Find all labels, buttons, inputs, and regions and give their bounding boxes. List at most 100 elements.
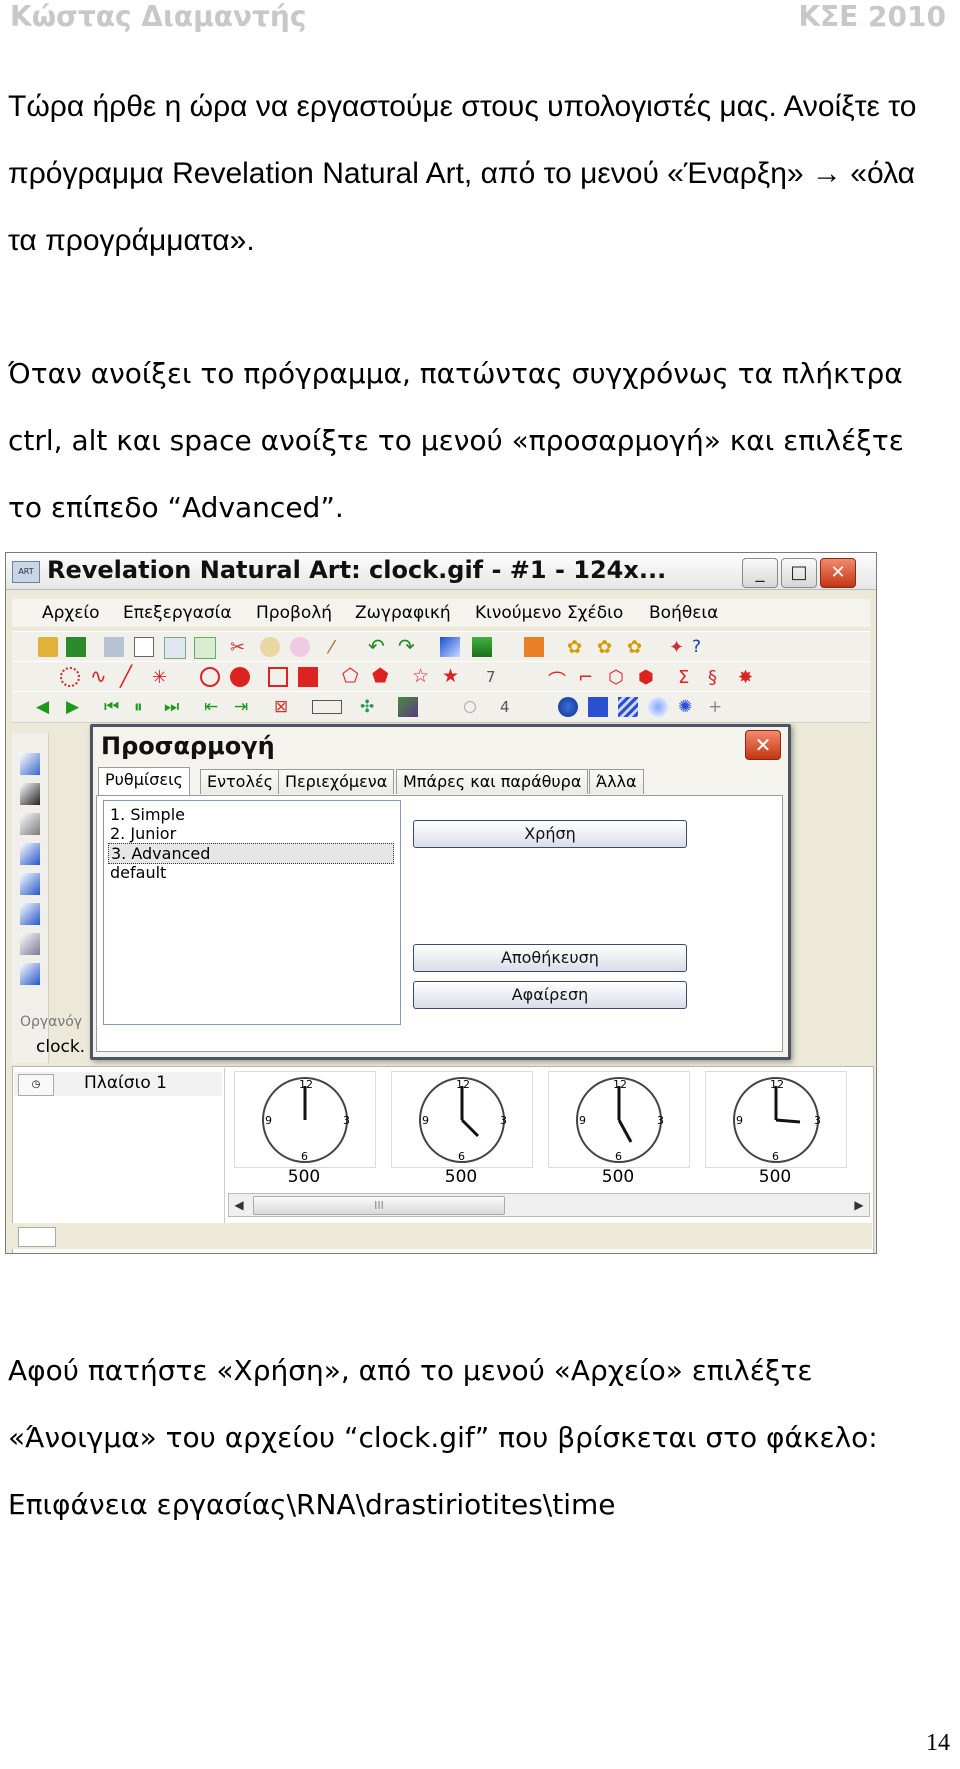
pause-icon[interactable]: ⏸: [134, 697, 154, 717]
tab-contents[interactable]: Περιεχόμενα: [278, 769, 395, 794]
polygon-filled-icon[interactable]: ⬢: [638, 667, 658, 688]
menu-view[interactable]: Προβολή: [256, 603, 332, 623]
frame-delay-4[interactable]: 500: [705, 1167, 845, 1187]
flower-icon-1[interactable]: ✿: [567, 637, 587, 658]
crop-icon[interactable]: [164, 637, 186, 659]
insert-frame-icon[interactable]: ⇤: [204, 697, 224, 717]
pen-icon[interactable]: [20, 783, 40, 805]
scroll-left-icon[interactable]: ◀: [229, 1195, 249, 1215]
brush-icon[interactable]: [20, 843, 40, 865]
brush-size-icon[interactable]: [464, 701, 476, 713]
frame-thumbnail-3[interactable]: 12 3 6 9: [548, 1071, 690, 1168]
cut-icon[interactable]: ✂: [230, 637, 250, 658]
menu-file[interactable]: Αρχείο: [42, 603, 100, 623]
pencil-icon[interactable]: [20, 753, 40, 775]
tab-other[interactable]: Άλλα: [589, 769, 644, 794]
frame-thumbnail-2[interactable]: 12 3 6 9: [391, 1071, 533, 1168]
close-button[interactable]: ✕: [820, 558, 856, 588]
print-icon[interactable]: [104, 637, 124, 657]
flower-icon-2[interactable]: ✿: [597, 637, 617, 658]
play-icon[interactable]: ▶: [66, 697, 86, 717]
effects-icon[interactable]: ✦: [669, 637, 689, 658]
chalk-icon[interactable]: [20, 903, 40, 925]
minimize-button[interactable]: _: [742, 558, 778, 588]
level-item-default[interactable]: default: [108, 863, 168, 882]
bricks-icon[interactable]: [524, 637, 544, 657]
spline-shape-icon[interactable]: §: [708, 667, 728, 688]
landscape-icon[interactable]: [472, 637, 492, 657]
organizer-tab[interactable]: clock.: [36, 1037, 85, 1057]
tab-commands[interactable]: Εντολές: [200, 769, 280, 794]
level-item-junior[interactable]: 2. Junior: [108, 824, 178, 843]
undo-icon[interactable]: ↶: [368, 636, 388, 657]
copy-icon[interactable]: [260, 637, 280, 657]
star-outline-icon[interactable]: ☆: [412, 667, 432, 687]
curve-icon[interactable]: ⌒: [548, 667, 568, 692]
next-frame-icon[interactable]: ⏭: [164, 697, 184, 717]
brush-soft-icon[interactable]: [648, 697, 668, 717]
frame-thumbnail-4[interactable]: 12 3 6 9: [705, 1071, 847, 1168]
level-item-simple[interactable]: 1. Simple: [108, 805, 187, 824]
circle-outline-icon[interactable]: [200, 667, 220, 687]
delete-frame-icon[interactable]: ⊠: [274, 697, 294, 717]
save-icon[interactable]: [66, 637, 86, 657]
level-item-advanced[interactable]: 3. Advanced: [108, 843, 394, 864]
previous-frame-icon[interactable]: ⏮: [104, 697, 124, 717]
scroll-right-icon[interactable]: ▶: [849, 1195, 869, 1215]
star-burst-icon[interactable]: ✳: [152, 667, 172, 688]
tab-settings[interactable]: Ρυθμίσεις: [98, 767, 190, 796]
remove-button[interactable]: Αφαίρεση: [413, 981, 687, 1009]
marker-icon[interactable]: [20, 813, 40, 835]
scroll-thumb[interactable]: III: [253, 1196, 505, 1215]
frame-settings-icon[interactable]: [312, 700, 342, 714]
use-button[interactable]: Χρήση: [413, 820, 687, 848]
polygon-outline-icon[interactable]: ⬡: [608, 667, 628, 688]
side-count-value[interactable]: 4: [500, 697, 520, 717]
airbrush-icon[interactable]: [20, 873, 40, 895]
frames-scrollbar[interactable]: ◀ III ▶: [228, 1193, 870, 1217]
open-folder-icon[interactable]: [38, 637, 58, 657]
gradient-icon[interactable]: [440, 637, 460, 657]
brush-square-icon[interactable]: [588, 697, 608, 717]
menu-animation[interactable]: Κινούμενο Σχέδιο: [475, 603, 623, 623]
menu-edit[interactable]: Επεξεργασία: [123, 603, 232, 623]
frame-thumbnail-1[interactable]: 12 3 6 9: [234, 1071, 376, 1168]
rectangle-outline-icon[interactable]: [268, 667, 288, 687]
save-button[interactable]: Αποθήκευση: [413, 944, 687, 972]
star-filled-icon[interactable]: ★: [442, 667, 462, 687]
line-count-value[interactable]: 7: [486, 667, 506, 687]
spline-icon[interactable]: Σ: [678, 667, 698, 688]
brush-round-icon[interactable]: [558, 697, 578, 717]
dialog-close-icon[interactable]: ✕: [745, 730, 781, 760]
menu-paint[interactable]: Ζωγραφική: [355, 603, 451, 623]
append-frame-icon[interactable]: ⇥: [234, 697, 254, 717]
circle-filled-icon[interactable]: [230, 667, 250, 687]
eraser-icon[interactable]: [20, 933, 40, 955]
brush-spray-icon[interactable]: ✺: [678, 697, 698, 717]
frame-delay-2[interactable]: 500: [391, 1167, 531, 1187]
help-icon[interactable]: ?: [692, 637, 712, 657]
brush-cross-icon[interactable]: +: [708, 697, 728, 717]
smudge-icon[interactable]: [20, 963, 40, 985]
polyline-icon[interactable]: ⌐: [578, 667, 598, 688]
menu-help[interactable]: Βοήθεια: [649, 603, 718, 623]
layers-icon[interactable]: [398, 697, 418, 717]
new-image-icon[interactable]: [134, 637, 154, 657]
freehand-icon[interactable]: ∿: [90, 666, 110, 687]
maximize-button[interactable]: □: [781, 558, 817, 588]
frame-delay-1[interactable]: 500: [234, 1167, 374, 1187]
rectangle-filled-icon[interactable]: [298, 667, 318, 687]
resize-icon[interactable]: [194, 637, 216, 659]
transform-icon[interactable]: ✣: [360, 697, 380, 717]
frame-delay-3[interactable]: 500: [548, 1167, 688, 1187]
blob-icon[interactable]: ✸: [738, 667, 758, 688]
flower-icon-3[interactable]: ✿: [627, 637, 647, 658]
first-frame-icon[interactable]: ◀: [36, 697, 56, 717]
frame-row[interactable]: ◷ Πλαίσιο 1: [14, 1072, 222, 1096]
tab-bars-and-windows[interactable]: Μπάρες και παράθυρα: [396, 769, 589, 794]
brush-hatch-icon[interactable]: [618, 697, 638, 717]
pentagon-outline-icon[interactable]: ⬠: [342, 667, 362, 687]
lasso-icon[interactable]: [60, 667, 80, 687]
pentagon-filled-icon[interactable]: ⬟: [372, 667, 392, 687]
level-list[interactable]: 1. Simple 2. Junior 3. Advanced default: [103, 800, 401, 1025]
